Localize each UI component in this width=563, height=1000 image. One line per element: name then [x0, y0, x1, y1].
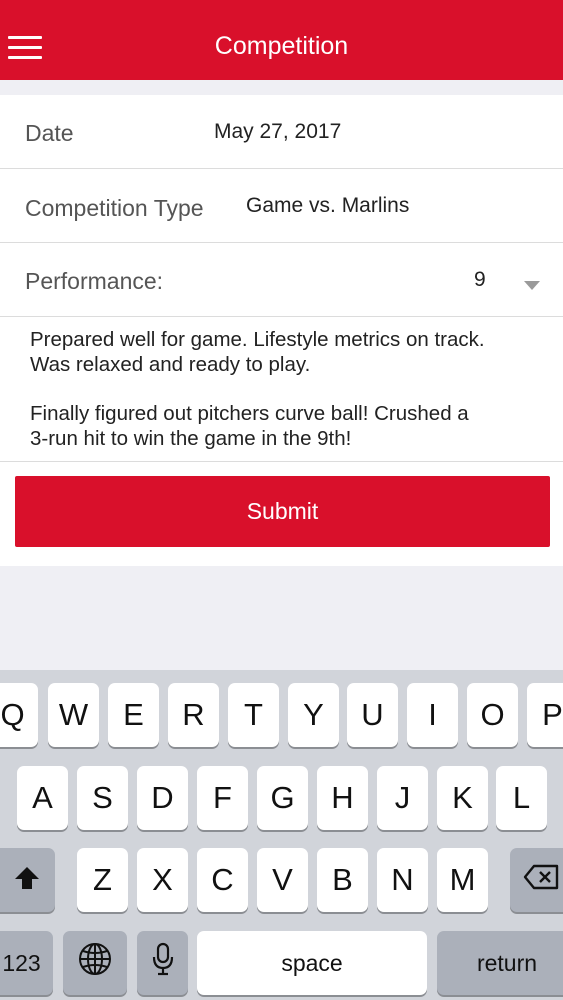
shift-key[interactable]: [0, 848, 55, 912]
competition-type-value[interactable]: Game vs. Marlins: [246, 194, 409, 218]
key-r[interactable]: R: [168, 683, 219, 747]
key-f[interactable]: F: [197, 766, 248, 830]
key-q[interactable]: Q: [0, 683, 38, 747]
key-p[interactable]: P: [527, 683, 563, 747]
notes-paragraph-2: Finally figured out pitchers curve ball!…: [30, 402, 469, 450]
return-key[interactable]: return: [437, 931, 563, 995]
spacer: [0, 80, 563, 95]
key-l[interactable]: L: [496, 766, 547, 830]
key-d[interactable]: D: [137, 766, 188, 830]
backspace-key[interactable]: [510, 848, 563, 912]
key-w[interactable]: W: [48, 683, 99, 747]
key-h[interactable]: H: [317, 766, 368, 830]
competition-type-label: Competition Type: [25, 195, 204, 221]
date-row[interactable]: Date May 27, 2017: [0, 95, 563, 169]
backspace-icon: [523, 862, 559, 898]
key-e[interactable]: E: [108, 683, 159, 747]
globe-key[interactable]: [63, 931, 127, 995]
key-j[interactable]: J: [377, 766, 428, 830]
key-y[interactable]: Y: [288, 683, 339, 747]
key-u[interactable]: U: [347, 683, 398, 747]
date-value[interactable]: May 27, 2017: [214, 120, 341, 144]
performance-value[interactable]: 9: [474, 268, 486, 292]
key-k[interactable]: K: [437, 766, 488, 830]
globe-icon: [78, 942, 112, 984]
microphone-icon: [152, 942, 174, 984]
shift-icon: [14, 862, 40, 898]
dictation-key[interactable]: [137, 931, 188, 995]
nav-bar: Competition: [0, 0, 563, 80]
key-a[interactable]: A: [17, 766, 68, 830]
notes-textarea[interactable]: Prepared well for game. Lifestyle metric…: [0, 317, 563, 462]
numbers-key[interactable]: 123: [0, 931, 53, 995]
performance-row[interactable]: Performance: 9: [0, 243, 563, 317]
performance-label: Performance:: [25, 268, 164, 294]
key-s[interactable]: S: [77, 766, 128, 830]
date-label: Date: [25, 120, 74, 146]
competition-type-row[interactable]: Competition Type Game vs. Marlins: [0, 169, 563, 243]
key-x[interactable]: X: [137, 848, 188, 912]
key-n[interactable]: N: [377, 848, 428, 912]
key-o[interactable]: O: [467, 683, 518, 747]
key-c[interactable]: C: [197, 848, 248, 912]
key-z[interactable]: Z: [77, 848, 128, 912]
key-b[interactable]: B: [317, 848, 368, 912]
key-i[interactable]: I: [407, 683, 458, 747]
submit-area: Submit: [0, 462, 563, 566]
on-screen-keyboard: Q W E R T Y U I O P A S D F G H J K L Z …: [0, 670, 563, 1000]
key-t[interactable]: T: [228, 683, 279, 747]
page-title: Competition: [214, 32, 349, 60]
competition-form: Date May 27, 2017 Competition Type Game …: [0, 95, 563, 462]
space-key[interactable]: space: [197, 931, 427, 995]
chevron-down-icon[interactable]: [524, 277, 540, 295]
key-m[interactable]: M: [437, 848, 488, 912]
notes-paragraph-1: Prepared well for game. Lifestyle metric…: [30, 328, 485, 376]
key-g[interactable]: G: [257, 766, 308, 830]
key-v[interactable]: V: [257, 848, 308, 912]
submit-button[interactable]: Submit: [15, 476, 550, 547]
